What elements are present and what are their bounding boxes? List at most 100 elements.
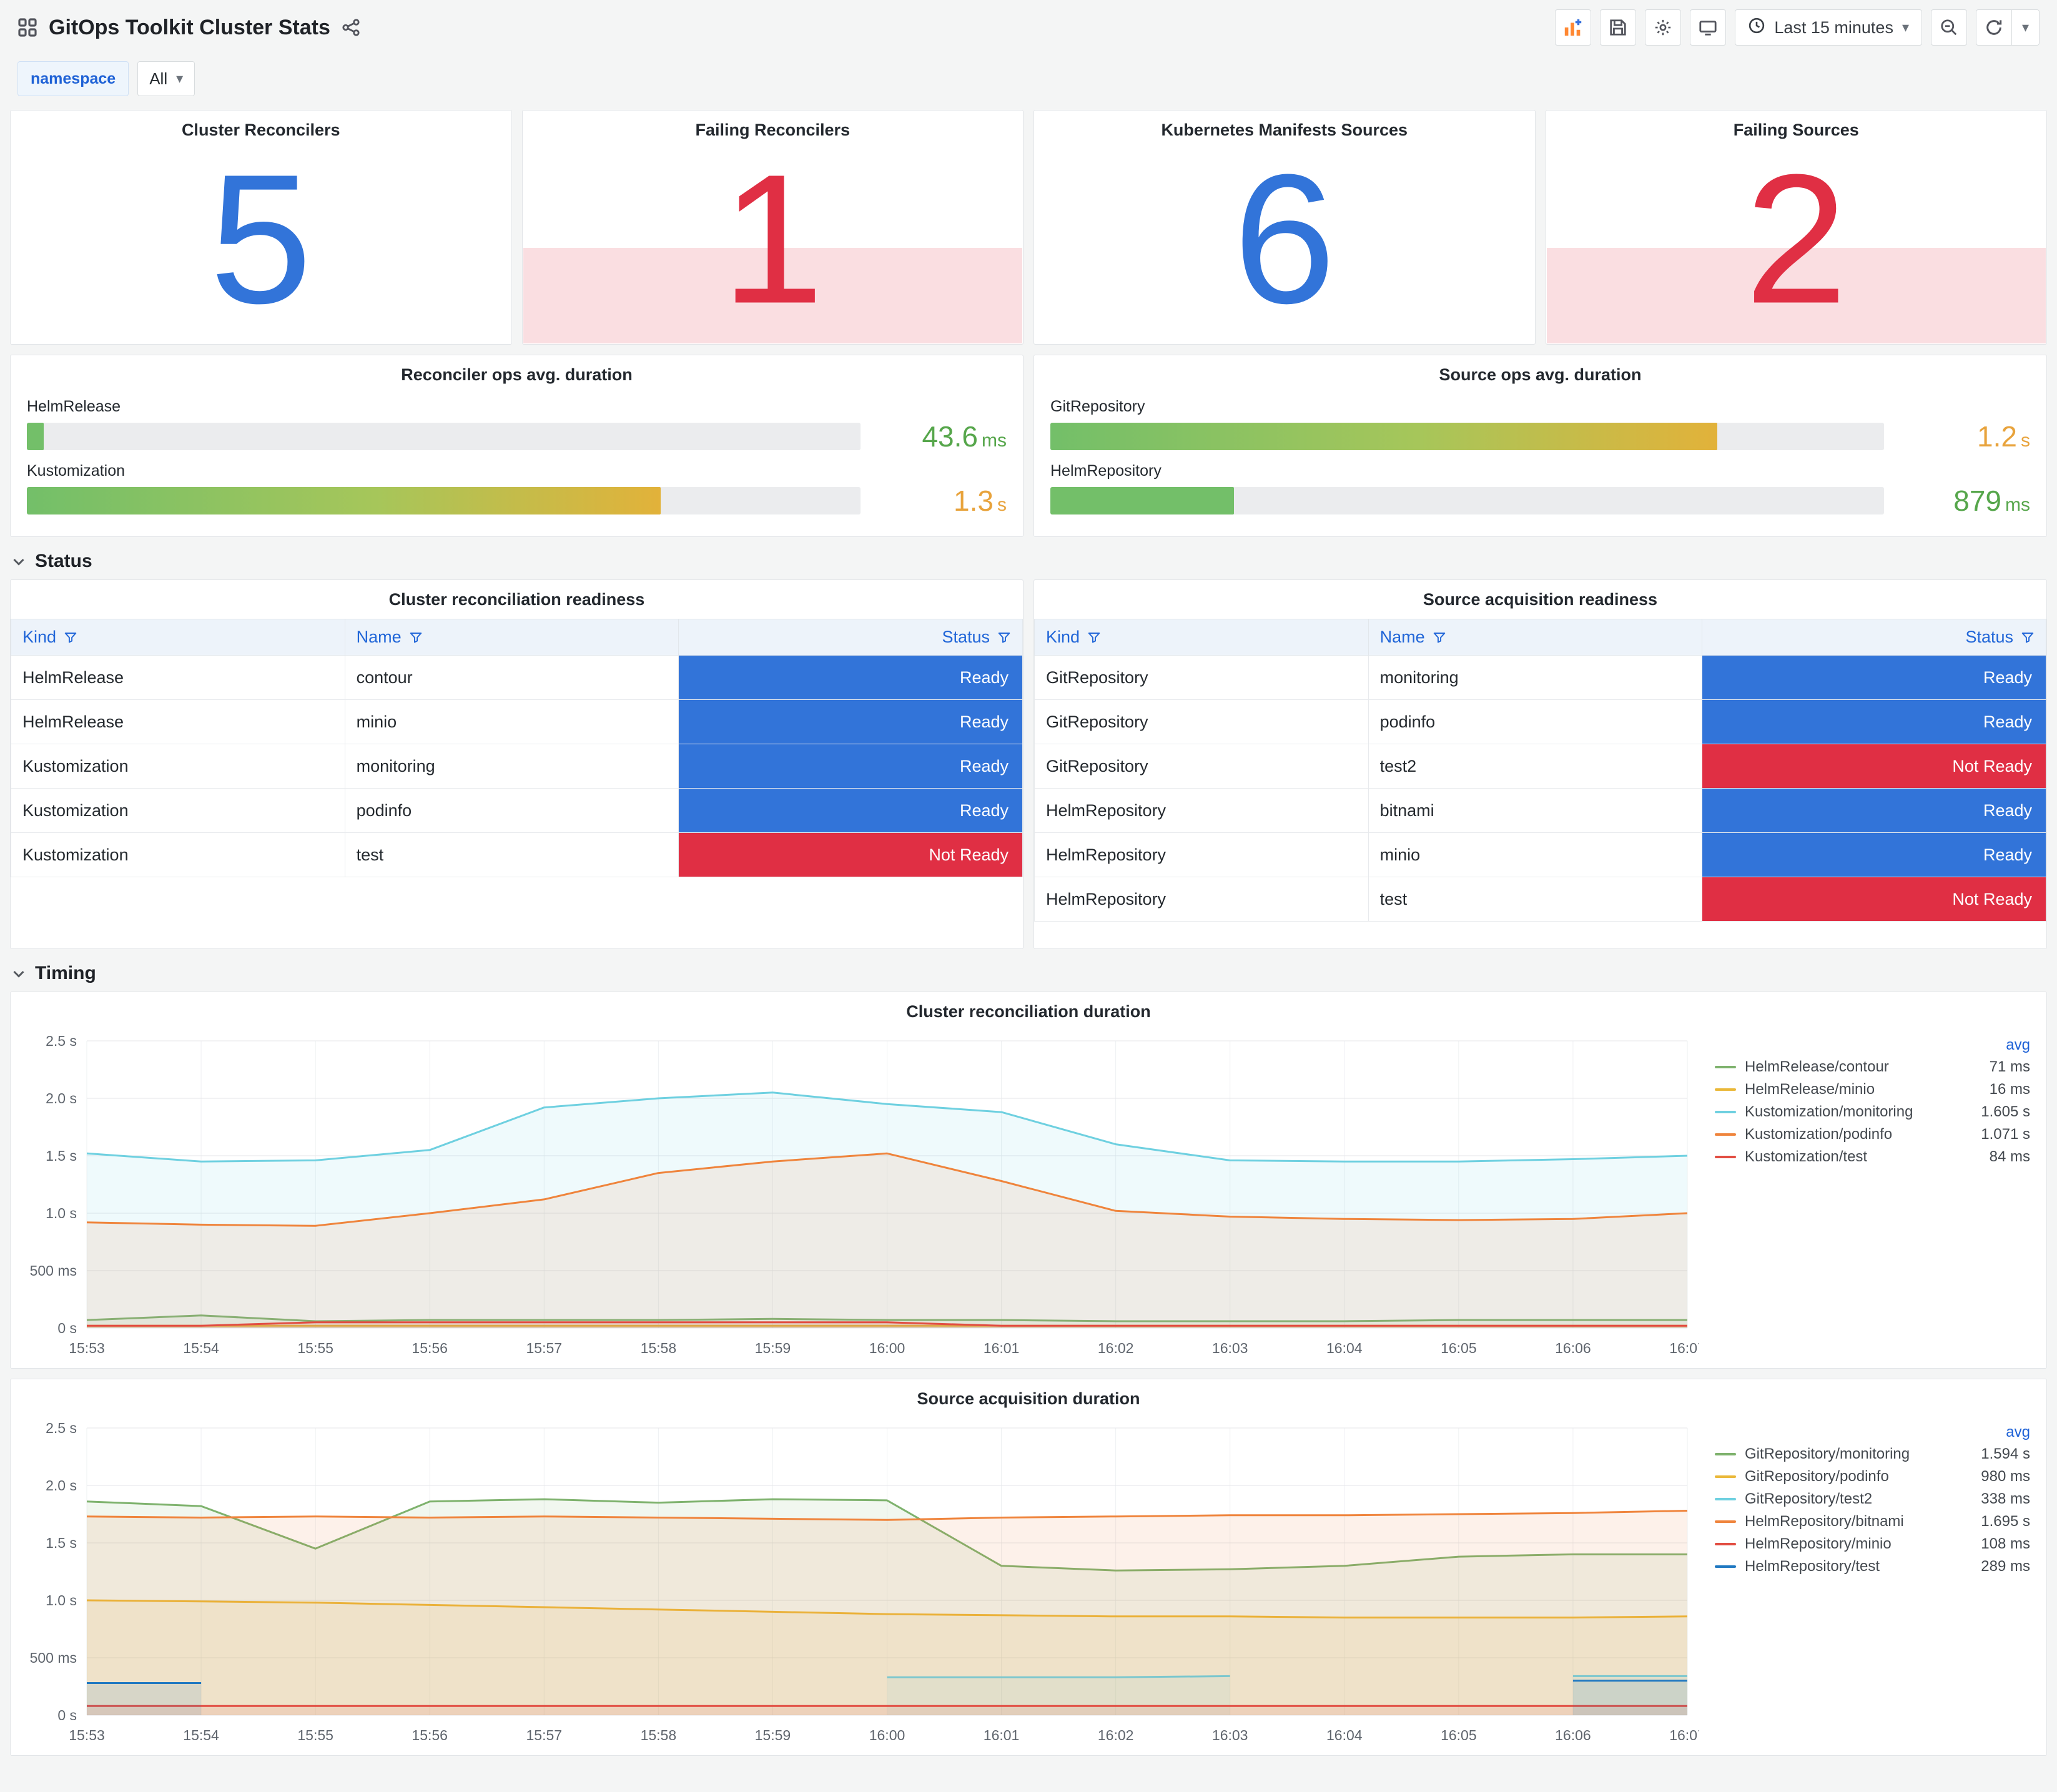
status-cell: Not Ready [1702, 744, 2046, 789]
legend-avg-header[interactable]: avg [1715, 1422, 2030, 1443]
table-cell: HelmRepository [1034, 788, 1369, 833]
save-dashboard-button[interactable] [1600, 9, 1637, 46]
legend-item[interactable]: HelmRepository/bitnami 1.695 s [1715, 1510, 2030, 1533]
series-name[interactable]: HelmRepository/minio [1745, 1535, 1961, 1553]
panel-title[interactable]: Reconciler ops avg. duration [11, 355, 1023, 394]
legend-item[interactable]: Kustomization/podinfo 1.071 s [1715, 1123, 2030, 1146]
svg-text:1.0 s: 1.0 s [46, 1592, 77, 1608]
filter-icon[interactable] [1433, 631, 1446, 644]
refresh-button[interactable] [1976, 9, 2012, 46]
grid-layout-icon[interactable] [17, 17, 37, 37]
filter-icon[interactable] [64, 631, 77, 644]
svg-text:15:56: 15:56 [412, 1340, 448, 1356]
panel-title[interactable]: Cluster reconciliation readiness [11, 580, 1023, 619]
column-header-status[interactable]: Status [678, 619, 1023, 656]
series-color-dash [1715, 1565, 1736, 1568]
zoom-out-button[interactable] [1931, 9, 1967, 46]
status-badge: Ready [679, 744, 1022, 788]
timeseries-canvas[interactable]: 15:53 15:54 15:55 15:56 15:57 15:58 15:59 16:00… [18, 1418, 1699, 1749]
legend-item[interactable]: GitRepository/test2 338 ms [1715, 1488, 2030, 1510]
status-cell: Not Ready [678, 832, 1023, 877]
namespace-filter-select[interactable]: All ▾ [137, 61, 195, 96]
stat-value: 5 [209, 135, 312, 342]
series-name[interactable]: GitRepository/monitoring [1745, 1445, 1961, 1463]
status-cell: Ready [678, 744, 1023, 789]
svg-text:16:02: 16:02 [1098, 1727, 1134, 1743]
timeseries-plot[interactable]: 15:53 15:54 15:55 15:56 15:57 15:58 15:59 16:00… [18, 1418, 1699, 1749]
series-avg-value: 108 ms [1981, 1535, 2030, 1552]
series-name[interactable]: HelmRelease/minio [1745, 1081, 1961, 1098]
legend-item[interactable]: GitRepository/podinfo 980 ms [1715, 1465, 2030, 1488]
column-header-name[interactable]: Name [1368, 619, 1703, 656]
table-cell: test2 [1368, 744, 1703, 789]
series-name[interactable]: GitRepository/podinfo [1745, 1468, 1961, 1485]
series-name[interactable]: Kustomization/test [1745, 1148, 1961, 1166]
table-row: Kustomization monitoring Ready [11, 744, 1023, 789]
filter-icon[interactable] [2021, 631, 2035, 644]
legend-item[interactable]: HelmRelease/contour 71 ms [1715, 1056, 2030, 1078]
svg-text:15:57: 15:57 [526, 1340, 563, 1356]
svg-text:15:54: 15:54 [183, 1340, 219, 1356]
time-range-picker[interactable]: Last 15 minutes ▾ [1735, 9, 1922, 46]
status-badge: Ready [1702, 700, 2046, 744]
bar-gauge-row: GitRepository 1.2 s [1050, 398, 2030, 453]
series-name[interactable]: Kustomization/monitoring [1745, 1103, 1961, 1121]
status-cell: Ready [678, 788, 1023, 833]
legend-item[interactable]: Kustomization/monitoring 1.605 s [1715, 1101, 2030, 1123]
svg-text:15:58: 15:58 [641, 1340, 677, 1356]
add-panel-button[interactable] [1555, 9, 1592, 46]
section-row-status[interactable]: Status [11, 551, 2046, 572]
panel-source-acquisition-duration: Source acquisition duration 15:53 15:54 15… [10, 1379, 2047, 1756]
svg-text:15:58: 15:58 [641, 1727, 677, 1743]
filter-icon[interactable] [409, 631, 423, 644]
series-name[interactable]: GitRepository/test2 [1745, 1490, 1961, 1508]
timeseries-plot[interactable]: 15:53 15:54 15:55 15:56 15:57 15:58 15:59 16:00… [18, 1031, 1699, 1362]
section-row-timing[interactable]: Timing [11, 963, 2046, 984]
column-header-kind[interactable]: Kind [1034, 619, 1369, 656]
panel-title[interactable]: Source acquisition duration [11, 1379, 2046, 1418]
tables-row: Cluster reconciliation readiness Kind Nam… [10, 579, 2047, 949]
filter-icon[interactable] [997, 631, 1011, 644]
series-color-dash [1715, 1543, 1736, 1545]
svg-text:15:53: 15:53 [69, 1340, 105, 1356]
series-name[interactable]: HelmRepository/test [1745, 1558, 1961, 1575]
legend-item[interactable]: HelmRepository/minio 108 ms [1715, 1533, 2030, 1555]
readiness-table: Kind Name Status HelmRelease contour Ready Hel… [11, 619, 1023, 877]
svg-text:1.0 s: 1.0 s [46, 1205, 77, 1221]
table-cell: monitoring [344, 744, 679, 789]
share-icon[interactable] [342, 18, 360, 37]
column-header-status[interactable]: Status [1702, 619, 2046, 656]
panel-title[interactable]: Source ops avg. duration [1034, 355, 2046, 394]
svg-text:16:06: 16:06 [1555, 1340, 1591, 1356]
legend-avg-header[interactable]: avg [1715, 1035, 2030, 1056]
chevron-down-icon: ▾ [1902, 19, 1909, 35]
bar-gauge-fill [27, 487, 661, 514]
panel-title[interactable]: Source acquisition readiness [1034, 580, 2046, 619]
svg-text:16:04: 16:04 [1326, 1340, 1363, 1356]
refresh-interval-button[interactable]: ▾ [2012, 9, 2040, 46]
status-cell: Not Ready [1702, 877, 2046, 922]
legend-item[interactable]: Kustomization/test 84 ms [1715, 1146, 2030, 1168]
table-cell: Kustomization [11, 832, 345, 877]
bar-gauge-value: 879 ms [1953, 485, 2030, 517]
series-name[interactable]: HelmRepository/bitnami [1745, 1513, 1961, 1530]
bar-gauge-value: 1.2 s [1977, 420, 2030, 453]
namespace-filter-label[interactable]: namespace [17, 61, 129, 96]
filter-icon[interactable] [1087, 631, 1101, 644]
svg-text:2.5 s: 2.5 s [46, 1033, 77, 1049]
tv-mode-button[interactable] [1690, 9, 1727, 46]
status-cell: Ready [1702, 788, 2046, 833]
timeseries-canvas[interactable]: 15:53 15:54 15:55 15:56 15:57 15:58 15:59 16:00… [18, 1031, 1699, 1362]
status-badge: Ready [679, 700, 1022, 744]
column-header-name[interactable]: Name [344, 619, 679, 656]
svg-text:1.5 s: 1.5 s [46, 1148, 77, 1164]
legend-item[interactable]: HelmRepository/test 289 ms [1715, 1555, 2030, 1578]
series-name[interactable]: HelmRelease/contour [1745, 1058, 1961, 1076]
bar-gauge-track [1050, 487, 1884, 514]
panel-title[interactable]: Cluster reconciliation duration [11, 992, 2046, 1031]
legend-item[interactable]: GitRepository/monitoring 1.594 s [1715, 1443, 2030, 1465]
legend-item[interactable]: HelmRelease/minio 16 ms [1715, 1078, 2030, 1101]
series-name[interactable]: Kustomization/podinfo [1745, 1126, 1961, 1143]
dashboard-settings-button[interactable] [1645, 9, 1682, 46]
column-header-kind[interactable]: Kind [11, 619, 345, 656]
